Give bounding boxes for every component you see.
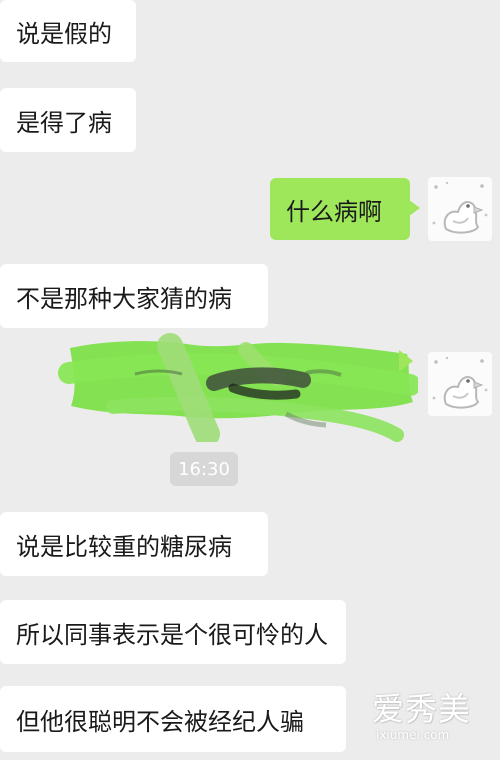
chat-message-3: 什么病啊	[270, 178, 420, 240]
watermark: 爱秀美 ixiumei.com	[372, 684, 494, 756]
chat-message-7: 所以同事表示是个很可怜的人	[0, 600, 346, 664]
avatar[interactable]	[428, 177, 492, 241]
watermark-site: ixiumei.com	[376, 728, 450, 742]
timestamp: 16:30	[170, 452, 238, 486]
duck-icon	[432, 181, 488, 234]
duck-icon	[432, 356, 488, 409]
chat-message-4: 不是那种大家猜的病	[0, 264, 268, 328]
avatar[interactable]	[428, 352, 492, 416]
watermark-brand: 爱秀美	[372, 690, 472, 728]
chat-message-1: 说是假的	[0, 0, 136, 62]
chat-message-6: 说是比较重的糖尿病	[0, 512, 268, 576]
chat-message-2: 是得了病	[0, 88, 136, 152]
censored-message	[58, 333, 418, 442]
chat-message-8: 但他很聪明不会被经纪人骗	[0, 686, 346, 752]
